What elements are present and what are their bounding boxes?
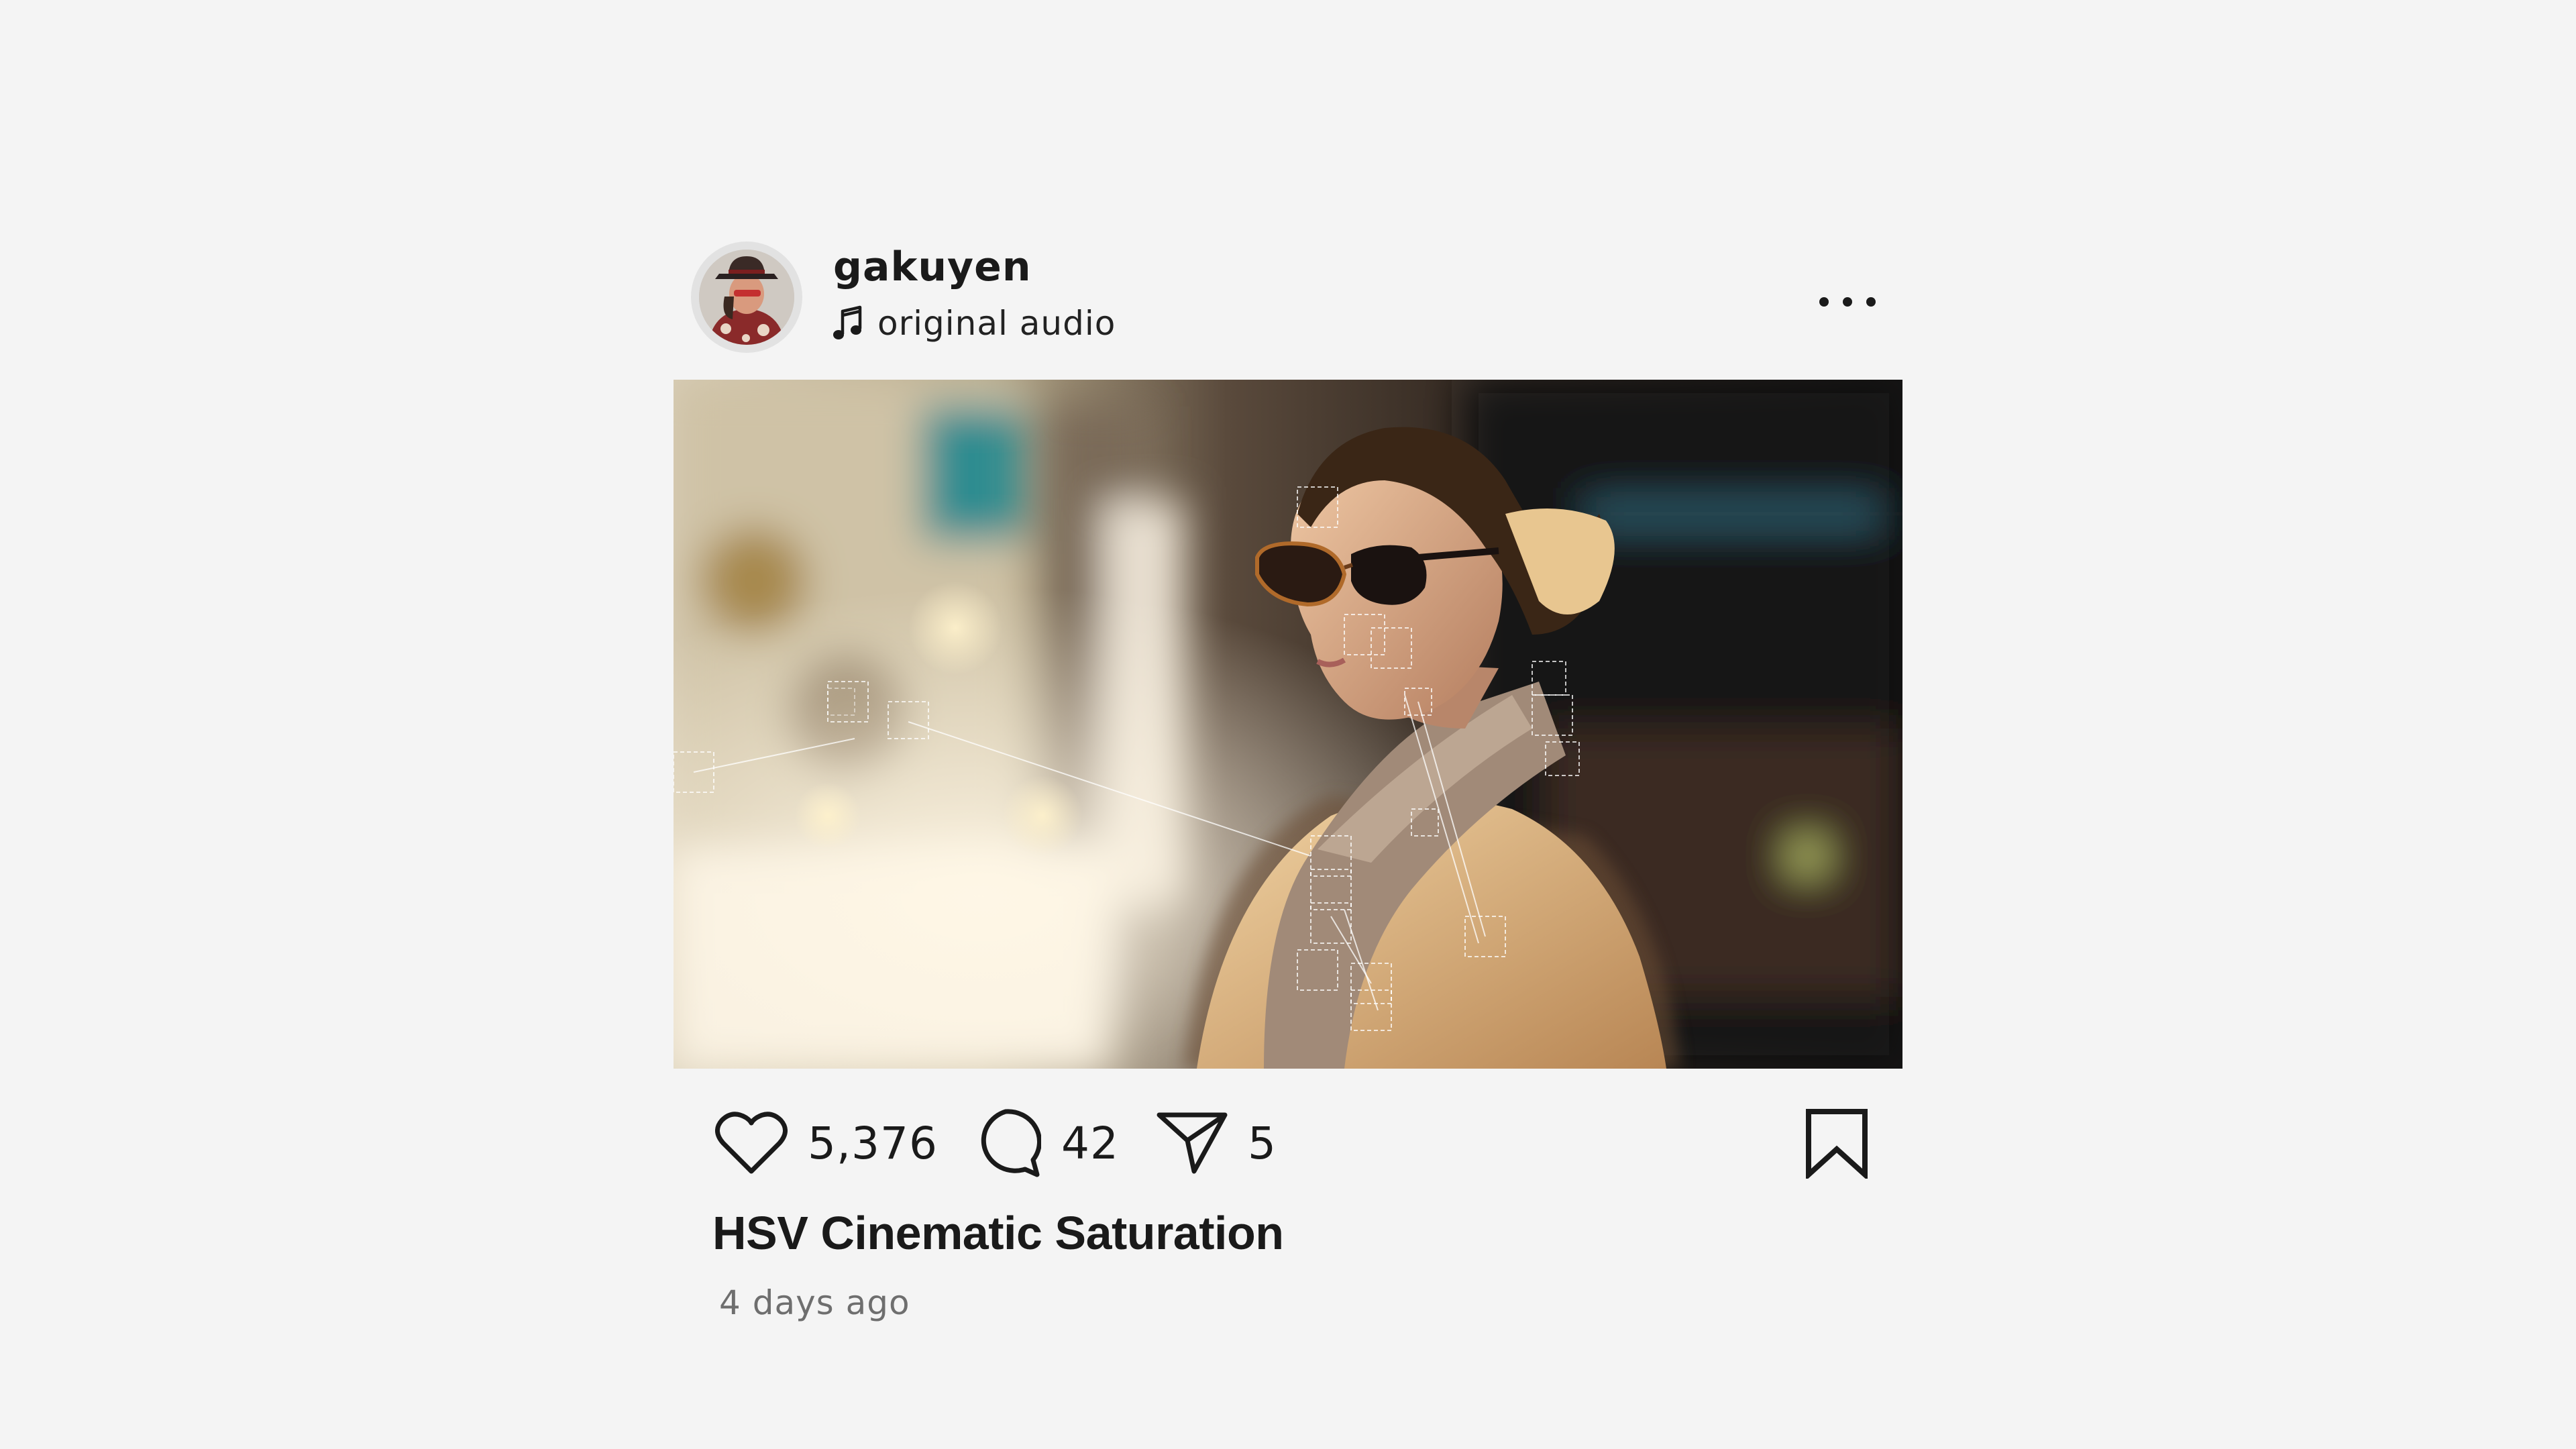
comment-bubble-icon: [981, 1109, 1041, 1177]
comment-count: 42: [1061, 1117, 1119, 1169]
post-card: gakuyen original audio 5,376 42 5 HSV Ci…: [674, 241, 1902, 1322]
share-count: 5: [1248, 1117, 1277, 1169]
avatar-image: [699, 250, 794, 345]
like-button[interactable]: 5,376: [715, 1108, 938, 1179]
more-options-button[interactable]: [1819, 286, 1876, 318]
heart-icon: [715, 1112, 788, 1174]
paper-plane-icon: [1157, 1112, 1228, 1174]
audio-label: original audio: [877, 304, 1116, 343]
save-button[interactable]: [1805, 1108, 1869, 1181]
share-button[interactable]: 5: [1157, 1108, 1277, 1179]
post-caption: HSV Cinematic Saturation: [712, 1207, 1284, 1259]
post-image[interactable]: [674, 380, 1902, 1069]
post-timestamp: 4 days ago: [719, 1283, 910, 1322]
avatar[interactable]: [691, 241, 802, 353]
like-count: 5,376: [808, 1117, 938, 1169]
username[interactable]: gakuyen: [833, 247, 1032, 287]
audio-link[interactable]: original audio: [832, 302, 1116, 345]
comment-button[interactable]: 42: [970, 1108, 1119, 1179]
action-bar: 5,376 42 5: [674, 1069, 1902, 1203]
post-header: gakuyen original audio: [674, 241, 1902, 380]
more-horizontal-icon: [1819, 297, 1829, 307]
music-note-icon: [833, 305, 862, 339]
bookmark-icon: [1806, 1109, 1868, 1181]
